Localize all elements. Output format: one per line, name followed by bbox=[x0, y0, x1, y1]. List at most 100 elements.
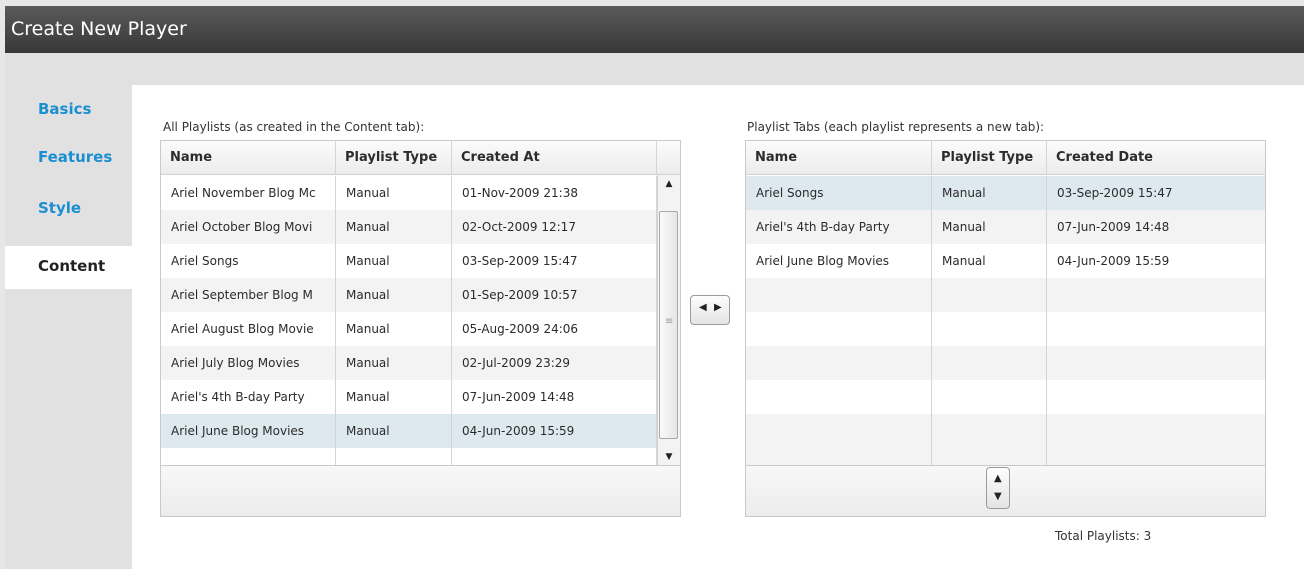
move-up-icon[interactable]: ▲ bbox=[994, 473, 1002, 484]
table-row[interactable]: Ariel Songs Manual 03-Sep-2009 15:47 bbox=[161, 244, 657, 278]
cell-playlist-type bbox=[932, 278, 1047, 312]
cell-created-date bbox=[1047, 312, 1265, 346]
cell-name bbox=[746, 346, 932, 380]
cell-created-at: 02-Oct-2009 12:17 bbox=[452, 210, 657, 244]
sidebar-item-label: Style bbox=[38, 199, 82, 217]
move-left-icon[interactable]: ◀ bbox=[699, 302, 707, 313]
table-row[interactable]: Ariel September Blog M Manual 01-Sep-200… bbox=[161, 278, 657, 312]
cell-name: Ariel Songs bbox=[746, 176, 932, 210]
grid-footer bbox=[161, 465, 680, 516]
grid-header: Name Playlist Type Created At bbox=[161, 141, 680, 175]
page-title: Create New Player bbox=[11, 18, 187, 40]
sidebar: Basics Features Style Content bbox=[5, 85, 132, 569]
column-header-name[interactable]: Name bbox=[746, 141, 932, 174]
cell-playlist-type: Manual bbox=[336, 346, 452, 380]
column-header-playlist-type[interactable]: Playlist Type bbox=[932, 141, 1047, 174]
cell-created-at: 01-Nov-2009 21:38 bbox=[452, 176, 657, 210]
vertical-scrollbar[interactable]: ▲ ≡ ▼ bbox=[657, 175, 680, 466]
cell-created-date: 04-Jun-2009 15:59 bbox=[1057, 254, 1170, 268]
all-playlists-caption: All Playlists (as created in the Content… bbox=[163, 120, 425, 134]
sidebar-item-features[interactable]: Features bbox=[5, 137, 132, 180]
table-row[interactable]: Ariel July Blog Movies Manual 02-Jul-200… bbox=[161, 346, 657, 380]
sidebar-item-style[interactable]: Style bbox=[5, 188, 132, 231]
table-row[interactable]: Ariel's 4th B-day Party Manual 07-Jun-20… bbox=[746, 210, 1265, 244]
cell-playlist-type: Manual bbox=[336, 176, 452, 210]
cell-created-at: 05-Aug-2009 24:06 bbox=[452, 312, 657, 346]
sidebar-item-label: Basics bbox=[38, 100, 92, 118]
all-playlists-grid: Name Playlist Type Created At Ariel Nove… bbox=[160, 140, 681, 517]
column-header-name[interactable]: Name bbox=[161, 141, 336, 174]
grid-header: Name Playlist Type Created Date bbox=[746, 141, 1265, 175]
cell-name: Ariel July Blog Movies bbox=[161, 346, 336, 380]
cell-created-date: 03-Sep-2009 15:47 bbox=[1057, 186, 1173, 200]
cell-name bbox=[746, 312, 932, 346]
cell-playlist-type: Manual bbox=[932, 176, 1047, 210]
move-down-icon[interactable]: ▼ bbox=[994, 491, 1002, 502]
column-header-playlist-type[interactable]: Playlist Type bbox=[336, 141, 452, 174]
sidebar-item-basics[interactable]: Basics bbox=[5, 89, 132, 132]
cell-created-at: 07-Jun-2009 14:48 bbox=[452, 380, 657, 414]
table-row[interactable]: Ariel's 4th B-day Party Manual 07-Jun-20… bbox=[161, 380, 657, 414]
cell-name: Ariel June Blog Movies bbox=[746, 244, 932, 278]
cell-name: Ariel September Blog M bbox=[161, 278, 336, 312]
table-row[interactable]: Ariel June Blog Movies Manual 04-Jun-200… bbox=[746, 244, 1265, 278]
cell-playlist-type bbox=[932, 414, 1047, 465]
sidebar-item-label: Content bbox=[38, 257, 106, 275]
cell-name bbox=[746, 414, 932, 465]
table-row-selected[interactable]: Ariel Songs Manual 03-Sep-2009 15:47 bbox=[746, 176, 1265, 210]
cell-created-date bbox=[1047, 346, 1265, 380]
move-right-icon[interactable]: ▶ bbox=[714, 302, 722, 313]
cell-name bbox=[746, 380, 932, 414]
table-row[interactable]: Ariel August Blog Movie Manual 05-Aug-20… bbox=[161, 312, 657, 346]
cell-name: Ariel's 4th B-day Party bbox=[746, 210, 932, 244]
cell-name: Ariel November Blog Mc bbox=[161, 176, 336, 210]
table-row-selected[interactable]: Ariel June Blog Movies Manual 04-Jun-200… bbox=[161, 414, 657, 448]
cell-playlist-type: Manual bbox=[336, 210, 452, 244]
scrollbar-thumb[interactable]: ≡ bbox=[659, 211, 678, 439]
playlist-tabs-caption: Playlist Tabs (each playlist represents … bbox=[747, 120, 1045, 134]
scroll-up-icon[interactable]: ▲ bbox=[658, 175, 680, 193]
table-row[interactable] bbox=[746, 278, 1265, 312]
table-row[interactable]: Ariel November Blog Mc Manual 01-Nov-200… bbox=[161, 176, 657, 210]
total-playlists-label: Total Playlists: 3 bbox=[1055, 529, 1152, 543]
table-row[interactable] bbox=[746, 312, 1265, 346]
cell-playlist-type bbox=[932, 380, 1047, 414]
table-row[interactable] bbox=[746, 346, 1265, 380]
scroll-down-icon[interactable]: ▼ bbox=[658, 448, 680, 466]
transfer-button[interactable]: ◀ ▶ bbox=[690, 295, 730, 325]
cell-playlist-type: Manual bbox=[932, 210, 1047, 244]
cell-playlist-type: Manual bbox=[336, 380, 452, 414]
playlist-tabs-grid: Name Playlist Type Created Date Ariel So… bbox=[745, 140, 1266, 517]
cell-name: Ariel's 4th B-day Party bbox=[161, 380, 336, 414]
cell-playlist-type: Manual bbox=[336, 414, 452, 448]
cell-playlist-type: Manual bbox=[336, 278, 452, 312]
cell-created-at: 02-Jul-2009 23:29 bbox=[452, 346, 657, 380]
reorder-button[interactable]: ▲ ▼ bbox=[986, 467, 1010, 509]
top-strip bbox=[5, 53, 1304, 85]
sidebar-item-content[interactable]: Content bbox=[5, 246, 132, 289]
sidebar-item-label: Features bbox=[38, 148, 113, 166]
cell-name: Ariel June Blog Movies bbox=[161, 414, 336, 448]
cell-playlist-type: Manual bbox=[336, 244, 452, 278]
cell-playlist-type: Manual bbox=[932, 244, 1047, 278]
cell-created-date: 07-Jun-2009 14:48 bbox=[1057, 220, 1170, 234]
cell-name bbox=[746, 278, 932, 312]
cell-created-at: 03-Sep-2009 15:47 bbox=[452, 244, 657, 278]
cell-created-at: 01-Sep-2009 10:57 bbox=[452, 278, 657, 312]
cell-created-date bbox=[1047, 278, 1265, 312]
table-row[interactable] bbox=[746, 414, 1265, 465]
column-header-created-at[interactable]: Created At bbox=[452, 141, 657, 174]
cell-name: Ariel October Blog Movi bbox=[161, 210, 336, 244]
cell-playlist-type bbox=[932, 346, 1047, 380]
table-row[interactable]: Ariel October Blog Movi Manual 02-Oct-20… bbox=[161, 210, 657, 244]
cell-name: Ariel August Blog Movie bbox=[161, 312, 336, 346]
column-header-created-date[interactable]: Created Date bbox=[1047, 141, 1265, 174]
cell-created-date bbox=[1047, 414, 1265, 465]
title-bar: Create New Player bbox=[5, 6, 1304, 53]
cell-playlist-type: Manual bbox=[336, 312, 452, 346]
cell-playlist-type bbox=[932, 312, 1047, 346]
cell-name: Ariel Songs bbox=[161, 244, 336, 278]
table-row[interactable] bbox=[746, 380, 1265, 414]
grip-icon: ≡ bbox=[665, 316, 674, 327]
cell-created-date bbox=[1047, 380, 1265, 414]
